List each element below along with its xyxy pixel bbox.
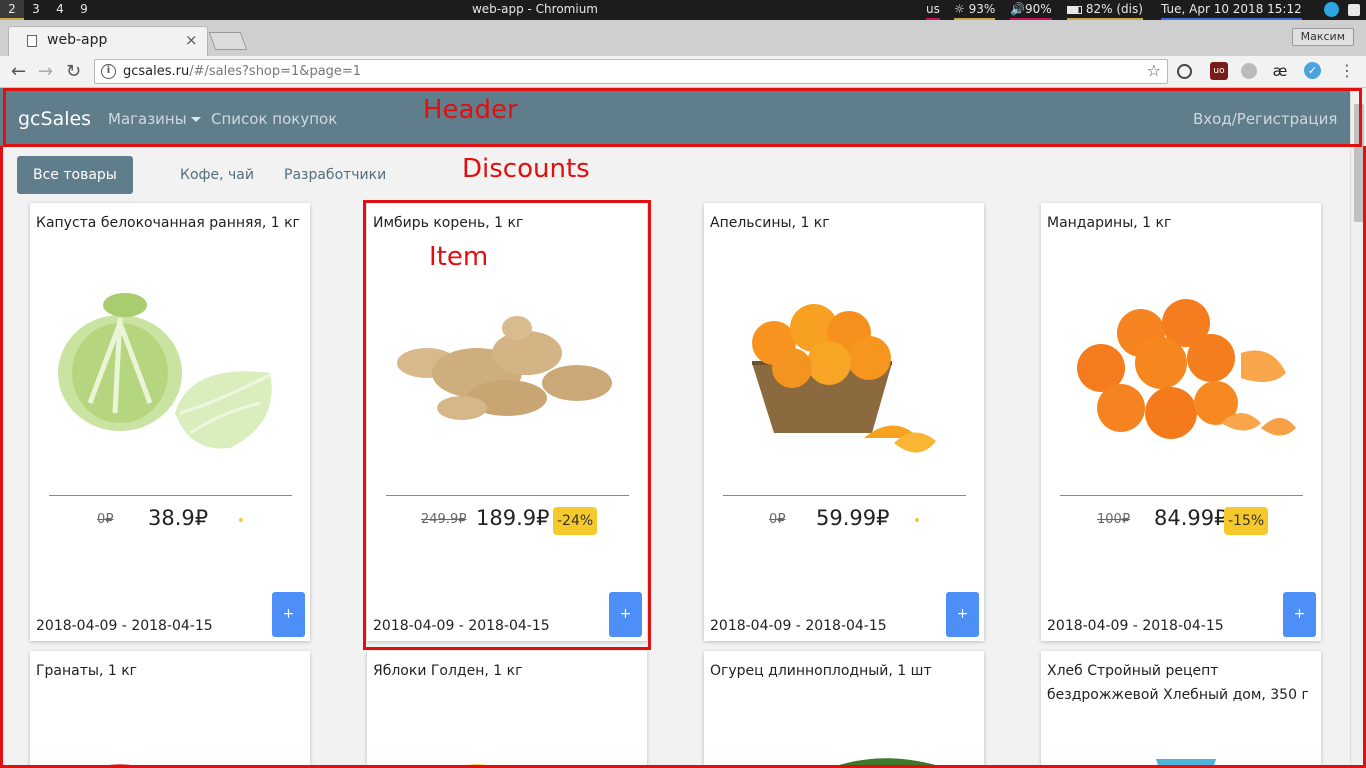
header-annotation-label: Header (423, 95, 518, 125)
volume-indicator: 🔊90% (1010, 0, 1052, 20)
info-icon[interactable]: i (101, 64, 116, 79)
item-annotation-box (363, 200, 651, 650)
globe-icon[interactable] (1241, 63, 1257, 79)
keyboard-layout: us (926, 0, 940, 20)
telegram-icon[interactable] (1324, 2, 1339, 17)
window-title: web-app - Chromium (471, 2, 598, 16)
forward-arrow-icon[interactable]: → (38, 61, 53, 83)
back-arrow-icon[interactable]: ← (11, 61, 26, 83)
speaker-icon: 🔊 (1010, 2, 1025, 16)
brightness-icon: ☼ (954, 2, 965, 16)
system-top-bar: 2 3 4 9 web-app - Chromium us ☼ 93% 🔊90%… (0, 0, 1366, 20)
tab-strip: web-app × Максим (0, 20, 1366, 56)
profile-button[interactable]: Максим (1291, 28, 1354, 46)
url-path: /#/sales?shop=1&page=1 (189, 64, 362, 79)
checkmark-extension-icon[interactable]: ✓ (1304, 62, 1321, 79)
web-page: gcSales Магазины Список покупок Вход/Рег… (0, 88, 1366, 768)
discounts-annotation-box (0, 146, 1366, 768)
brightness-value: 93% (968, 2, 996, 16)
tray-app-icon[interactable] (1348, 4, 1360, 16)
close-icon[interactable]: × (185, 31, 198, 49)
extension-sync-icon[interactable] (1177, 64, 1192, 79)
battery-icon (1067, 5, 1082, 14)
menu-icon[interactable]: ⋮ (1338, 62, 1356, 80)
battery-value: 82% (dis) (1085, 2, 1143, 16)
browser-tab[interactable]: web-app × (8, 26, 208, 56)
url-text[interactable]: gcsales.ru/#/sales?shop=1&page=1 (123, 64, 361, 79)
document-icon (27, 35, 37, 47)
new-tab-button[interactable] (208, 32, 248, 50)
clock: Tue, Apr 10 2018 15:12 (1161, 0, 1302, 20)
item-annotation-label: Item (429, 242, 489, 272)
reload-icon[interactable]: ↻ (66, 61, 81, 83)
ublock-icon[interactable]: uo (1210, 62, 1228, 80)
ae-extension-icon[interactable]: æ (1271, 62, 1289, 80)
bookmark-star-icon[interactable]: ☆ (1147, 61, 1161, 80)
battery-indicator: 82% (dis) (1067, 0, 1143, 20)
browser-toolbar: ← → ↻ i gcsales.ru/#/sales?shop=1&page=1… (0, 56, 1366, 88)
tab-title: web-app (47, 32, 108, 48)
address-bar[interactable]: i gcsales.ru/#/sales?shop=1&page=1 ☆ (94, 59, 1168, 84)
volume-value: 90% (1024, 2, 1052, 16)
url-host: gcsales.ru (123, 64, 190, 79)
header-annotation-box (3, 88, 1362, 147)
brightness-indicator: ☼ 93% (954, 0, 996, 20)
